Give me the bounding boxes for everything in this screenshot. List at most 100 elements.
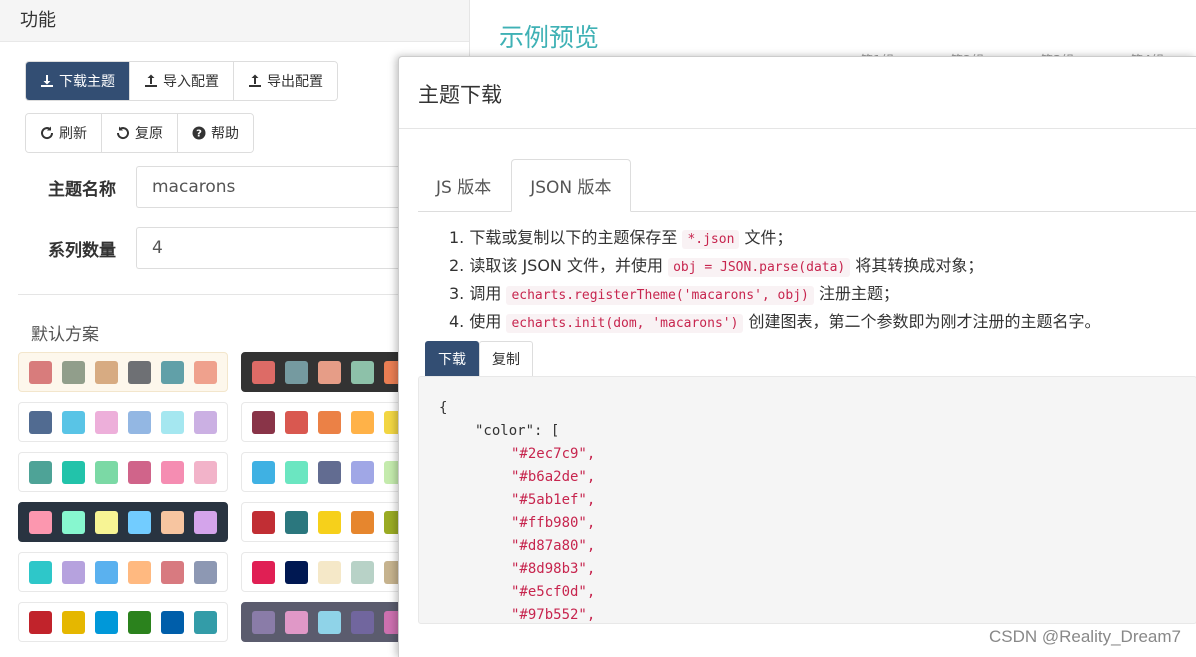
download-code-button[interactable]: 下载 bbox=[425, 341, 479, 376]
theme-scheme-card[interactable] bbox=[18, 452, 228, 492]
color-swatch bbox=[161, 560, 184, 584]
color-swatch bbox=[128, 410, 151, 434]
help-button[interactable]: ? 帮助 bbox=[178, 114, 253, 152]
instruction-item: 2. 读取该 JSON 文件，并使用 obj = JSON.parse(data… bbox=[449, 256, 984, 277]
color-swatch bbox=[128, 560, 151, 584]
json-code-block[interactable]: { "color": [ "#2ec7c9", "#b6a2de", "#5ab1e… bbox=[418, 376, 1196, 624]
color-swatch bbox=[252, 610, 275, 634]
series-count-input[interactable]: 4 bbox=[136, 227, 416, 269]
theme-scheme-card[interactable] bbox=[18, 352, 228, 392]
download-theme-button[interactable]: 下载主题 bbox=[26, 62, 130, 100]
export-icon bbox=[249, 74, 261, 87]
color-swatch bbox=[29, 560, 52, 584]
instruction-item: 1. 下载或复制以下的主题保存至 *.json 文件； bbox=[449, 228, 793, 249]
color-swatch bbox=[161, 360, 184, 384]
color-swatch bbox=[161, 460, 184, 484]
default-schemes-title: 默认方案 bbox=[31, 325, 99, 345]
code-line: "#b6a2de", bbox=[511, 469, 596, 485]
color-swatch bbox=[161, 610, 184, 634]
color-swatch bbox=[285, 610, 308, 634]
import-config-button[interactable]: 导入配置 bbox=[130, 62, 234, 100]
watermark: CSDN @Reality_Dream7 bbox=[988, 627, 1181, 646]
code-line: { bbox=[439, 400, 448, 416]
export-config-button[interactable]: 导出配置 bbox=[234, 62, 337, 100]
color-swatch bbox=[318, 460, 341, 484]
color-swatch bbox=[95, 410, 118, 434]
copy-code-button[interactable]: 复制 bbox=[479, 341, 533, 376]
color-swatch bbox=[318, 360, 341, 384]
color-swatch bbox=[95, 610, 118, 634]
color-swatch bbox=[194, 360, 217, 384]
color-swatch bbox=[252, 510, 275, 534]
color-swatch bbox=[351, 510, 374, 534]
color-swatch bbox=[252, 460, 275, 484]
theme-scheme-card[interactable] bbox=[18, 502, 228, 542]
theme-scheme-card[interactable] bbox=[18, 602, 228, 642]
theme-name-label: 主题名称 bbox=[48, 179, 116, 200]
code-actions: 下载 复制 bbox=[425, 341, 533, 376]
color-swatch bbox=[285, 360, 308, 384]
series-count-row: 系列数量 4 bbox=[48, 227, 416, 269]
code-line: "#2ec7c9", bbox=[511, 446, 596, 462]
color-swatch bbox=[95, 510, 118, 534]
color-swatch bbox=[161, 510, 184, 534]
color-swatch bbox=[285, 460, 308, 484]
color-swatch bbox=[252, 560, 275, 584]
help-icon: ? bbox=[192, 126, 206, 140]
code-line: "#d87a80", bbox=[511, 538, 596, 554]
color-swatch bbox=[194, 410, 217, 434]
color-swatch bbox=[351, 460, 374, 484]
refresh-button[interactable]: 刷新 bbox=[26, 114, 102, 152]
color-swatch bbox=[128, 460, 151, 484]
color-swatch bbox=[161, 410, 184, 434]
color-swatch bbox=[29, 460, 52, 484]
toolbar-row-1: 下载主题 导入配置 导出配置 bbox=[25, 61, 338, 101]
color-swatch bbox=[29, 360, 52, 384]
color-swatch bbox=[194, 460, 217, 484]
tab-js-version[interactable]: JS 版本 bbox=[418, 159, 509, 212]
modal-title: 主题下载 bbox=[399, 57, 1196, 129]
refresh-icon bbox=[41, 126, 54, 140]
color-swatch bbox=[194, 610, 217, 634]
color-swatch bbox=[128, 610, 151, 634]
download-icon bbox=[41, 75, 53, 87]
color-swatch bbox=[351, 360, 374, 384]
color-swatch bbox=[62, 360, 85, 384]
color-swatch bbox=[95, 460, 118, 484]
instruction-item: 4. 使用 echarts.init(dom, 'macarons') 创建图表… bbox=[449, 312, 1101, 333]
code-line: "#ffb980", bbox=[511, 515, 596, 531]
import-icon bbox=[145, 74, 157, 87]
color-swatch bbox=[351, 560, 374, 584]
color-swatch bbox=[29, 410, 52, 434]
color-swatch bbox=[128, 360, 151, 384]
theme-scheme-card[interactable] bbox=[18, 402, 228, 442]
color-swatch bbox=[62, 410, 85, 434]
color-swatch bbox=[285, 410, 308, 434]
theme-name-row: 主题名称 macarons bbox=[48, 166, 416, 208]
code-line: "#97b552", bbox=[511, 607, 596, 623]
preview-title: 示例预览 bbox=[499, 23, 600, 52]
restore-button[interactable]: 复原 bbox=[102, 114, 178, 152]
color-swatch bbox=[62, 610, 85, 634]
color-swatch bbox=[62, 510, 85, 534]
code-line: "#5ab1ef", bbox=[511, 492, 596, 508]
color-swatch bbox=[285, 510, 308, 534]
color-swatch bbox=[318, 510, 341, 534]
code-line: "#8d98b3", bbox=[511, 561, 596, 577]
instructions-list: 1. 下载或复制以下的主题保存至 *.json 文件； 2. 读取该 JSON … bbox=[449, 225, 1101, 337]
theme-scheme-card[interactable] bbox=[18, 552, 228, 592]
color-swatch bbox=[318, 610, 341, 634]
version-tabs: JS 版本 JSON 版本 bbox=[418, 159, 1196, 212]
color-swatch bbox=[318, 560, 341, 584]
color-swatch bbox=[351, 610, 374, 634]
color-swatch bbox=[252, 360, 275, 384]
toolbar-row-2: 刷新 复原 ? 帮助 bbox=[25, 113, 254, 153]
theme-name-input[interactable]: macarons bbox=[136, 166, 416, 208]
color-swatch bbox=[29, 610, 52, 634]
color-swatch bbox=[95, 360, 118, 384]
color-swatch bbox=[252, 410, 275, 434]
svg-text:?: ? bbox=[196, 129, 202, 140]
color-swatch bbox=[285, 560, 308, 584]
color-swatch bbox=[95, 560, 118, 584]
tab-json-version[interactable]: JSON 版本 bbox=[511, 159, 631, 212]
